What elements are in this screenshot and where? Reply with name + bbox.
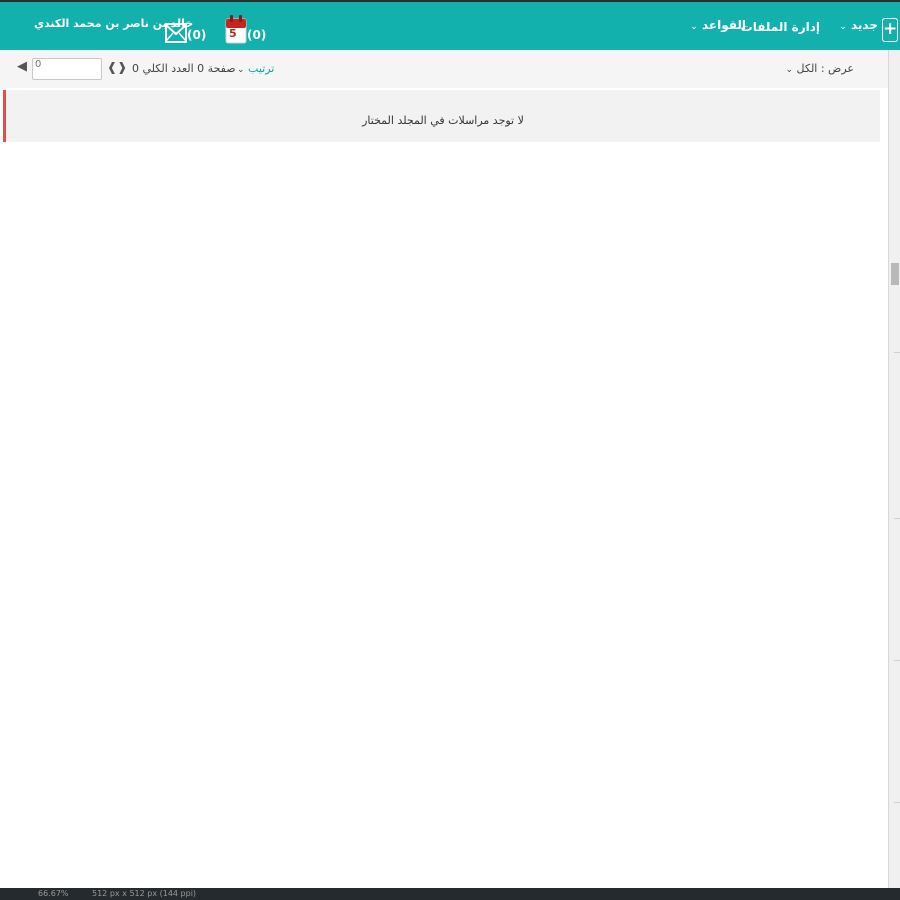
page-number-value: 0 <box>35 59 42 70</box>
image-dimensions: 512 px x 512 px (144 ppi) <box>92 889 197 898</box>
mail-count: (0) <box>187 28 207 42</box>
chevron-down-icon: ⌄ <box>839 22 847 32</box>
page-number-input[interactable]: 0 <box>32 58 102 80</box>
scroll-tick <box>894 352 900 353</box>
list-toolbar: ⌄ عرض : الكل ⌄ ترتيب صفحة 0 العدد الكلي … <box>0 50 888 88</box>
top-nav-bar: + ⌄ جديد إدارة الملفات ⌄ القواعد 5 (0) (… <box>0 0 900 50</box>
calendar-count: (0) <box>247 28 267 42</box>
plus-icon: + <box>883 19 898 39</box>
sort-label: ترتيب <box>248 62 275 75</box>
page-info: صفحة 0 العدد الكلي 0 <box>132 62 236 75</box>
page-nav-arrows[interactable]: ❰❱ <box>107 60 127 74</box>
rules-label: القواعد <box>701 18 746 32</box>
file-management-label: إدارة الملفات <box>740 20 820 34</box>
file-management-link[interactable]: إدارة الملفات <box>741 20 820 34</box>
vertical-scrollbar[interactable] <box>888 50 900 888</box>
sort-dropdown[interactable]: ⌄ ترتيب <box>237 62 274 75</box>
calendar-day: 5 <box>229 27 237 40</box>
new-menu-label: جديد <box>850 18 878 32</box>
zoom-level: 66.67% <box>38 889 69 898</box>
view-filter-dropdown[interactable]: ⌄ عرض : الكل <box>786 62 855 75</box>
new-button[interactable]: + <box>882 18 898 42</box>
scroll-tick <box>894 802 900 803</box>
scroll-tick <box>894 660 900 661</box>
chevron-down-icon: ⌄ <box>785 65 794 75</box>
new-menu[interactable]: ⌄ جديد <box>839 18 878 32</box>
prev-page-icon[interactable]: ❱ <box>117 60 127 74</box>
status-bar: 66.67% 512 px x 512 px (144 ppi) <box>0 888 900 900</box>
next-page-icon[interactable]: ❰ <box>107 60 117 74</box>
chevron-down-icon: ⌄ <box>690 22 698 32</box>
rules-menu[interactable]: ⌄ القواعد <box>690 18 746 32</box>
view-filter-label: عرض : الكل <box>796 62 854 75</box>
chevron-down-icon: ⌄ <box>237 65 245 75</box>
empty-folder-notice: لا توجد مراسلات في المجلد المختار <box>3 90 880 142</box>
user-name-link[interactable]: خالد بن ناصر بن محمد الكندي <box>34 17 193 30</box>
go-page-arrow-icon[interactable]: ◀ <box>17 59 27 74</box>
scroll-tick <box>894 518 900 519</box>
scrollbar-thumb[interactable] <box>891 263 899 285</box>
empty-folder-text: لا توجد مراسلات في المجلد المختار <box>362 114 524 127</box>
